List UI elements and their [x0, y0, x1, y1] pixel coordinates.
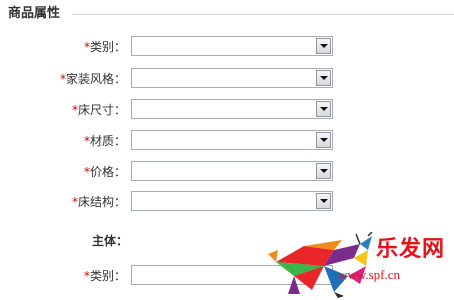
- chevron-down-icon: [320, 44, 328, 48]
- chevron-down-icon: [320, 107, 328, 111]
- field-label: *类别：: [84, 36, 126, 58]
- field-row-material: *材质：: [0, 130, 454, 152]
- bed-structure-select[interactable]: [131, 191, 333, 211]
- dropdown-button[interactable]: [316, 101, 331, 117]
- watermark-brand-name: 乐发网: [376, 236, 446, 262]
- chevron-down-icon: [320, 169, 328, 173]
- section-header: 商品属性: [0, 0, 454, 26]
- field-label-text: 床结构：: [77, 195, 126, 209]
- main-body-subheading: 主体：: [92, 234, 129, 248]
- dropdown-button[interactable]: [316, 38, 331, 54]
- material-select[interactable]: [131, 130, 333, 150]
- chevron-down-icon: [320, 138, 328, 142]
- field-label: *床尺寸：: [72, 99, 126, 121]
- field-label-text: 家装风格：: [65, 72, 126, 86]
- bed-size-select[interactable]: [131, 99, 333, 119]
- price-select[interactable]: [131, 161, 333, 181]
- section-divider: [72, 14, 454, 15]
- field-label-text: 类别：: [89, 40, 126, 54]
- chevron-down-icon: [320, 76, 328, 80]
- field-row-decor-style: *家装风格：: [0, 68, 454, 90]
- field-row-bed-structure: *床结构：: [0, 191, 454, 213]
- category-select[interactable]: [131, 36, 333, 56]
- dropdown-button[interactable]: [316, 193, 331, 209]
- field-label: *床结构：: [72, 191, 126, 213]
- field-label-text: 类别：: [89, 269, 126, 283]
- field-label: *类别：: [84, 265, 126, 287]
- field-label-text: 床尺寸：: [77, 103, 126, 117]
- field-label-text: 价格：: [89, 165, 126, 179]
- field-row-category: *类别：: [0, 36, 454, 58]
- field-label-text: 材质：: [89, 134, 126, 148]
- field-row-price: *价格：: [0, 161, 454, 183]
- field-row-bed-size: *床尺寸：: [0, 99, 454, 121]
- field-label: *家装风格：: [60, 68, 126, 90]
- watermark: 乐发网 www.spf.cn: [264, 231, 454, 300]
- dropdown-button[interactable]: [316, 70, 331, 86]
- dropdown-button[interactable]: [316, 132, 331, 148]
- field-label: *价格：: [84, 161, 126, 183]
- watermark-url: www.spf.cn: [338, 267, 400, 282]
- decor-style-select[interactable]: [131, 68, 333, 88]
- section-title: 商品属性: [8, 6, 61, 21]
- field-label: *材质：: [84, 130, 126, 152]
- colorful-bull-logo-icon: [268, 231, 373, 298]
- product-attributes-page: 商品属性 *类别： *家装风格： *床尺寸： *材质： *价格： *床结构： 主…: [0, 0, 454, 300]
- dropdown-button[interactable]: [316, 163, 331, 179]
- chevron-down-icon: [320, 199, 328, 203]
